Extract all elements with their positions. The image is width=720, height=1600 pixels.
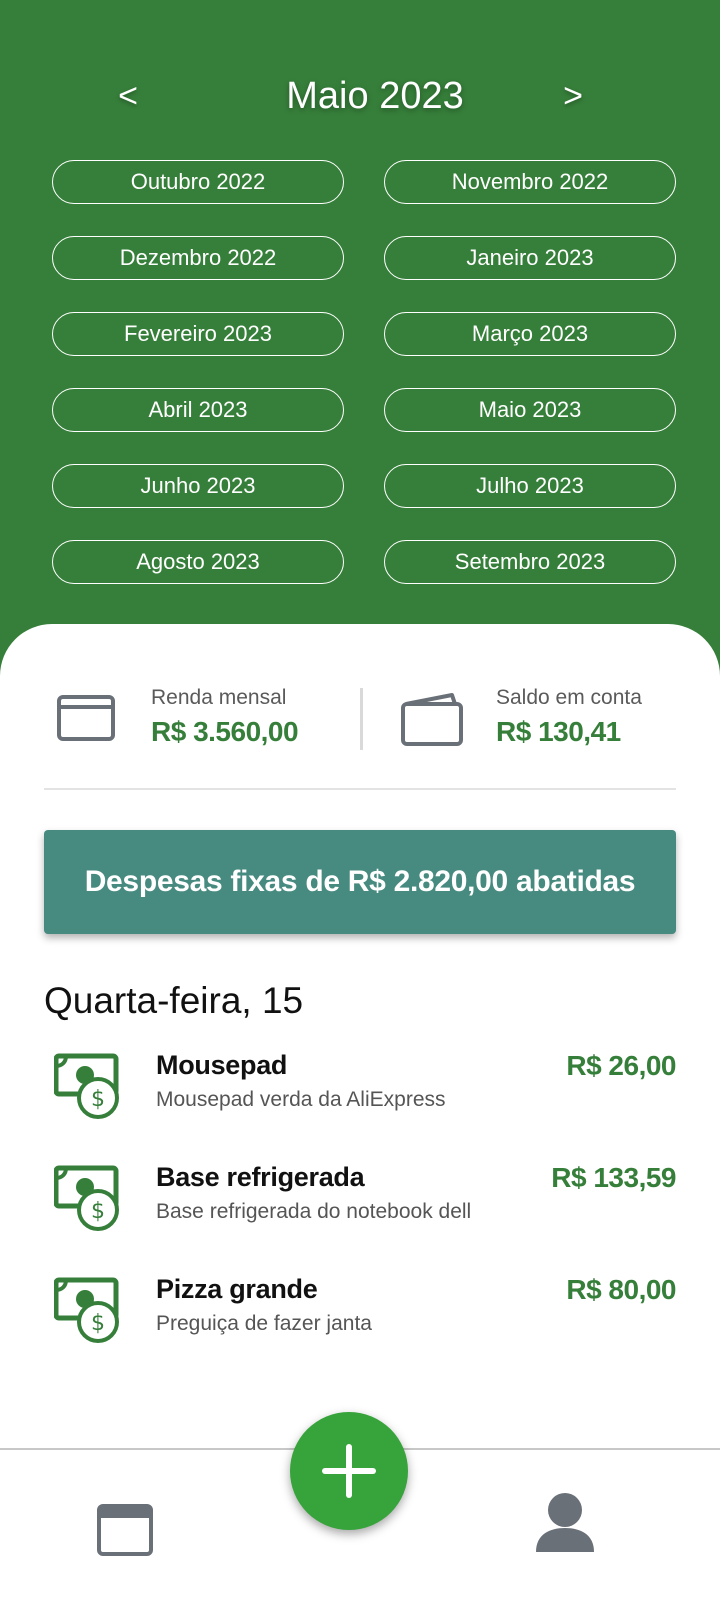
current-month-title: Maio 2023 [286, 75, 464, 117]
month-option[interactable]: Junho 2023 [52, 464, 344, 508]
transaction-description: Preguiça de fazer janta [156, 1312, 372, 1335]
money-icon: $ [54, 1053, 119, 1119]
next-month-button[interactable]: > [543, 74, 603, 118]
transaction-list: $ Mousepad Mousepad verda da AliExpress … [44, 1044, 676, 1380]
transaction-item[interactable]: $ Base refrigerada Base refrigerada do n… [44, 1156, 676, 1268]
svg-text:$: $ [91, 1199, 105, 1224]
month-option[interactable]: Fevereiro 2023 [52, 312, 344, 356]
money-icon: $ [54, 1165, 119, 1231]
card-icon [57, 695, 115, 741]
day-heading: Quarta-feira, 15 [44, 980, 304, 1021]
month-option[interactable]: Março 2023 [384, 312, 676, 356]
month-option[interactable]: Abril 2023 [52, 388, 344, 432]
month-option[interactable]: Dezembro 2022 [52, 236, 344, 280]
month-option[interactable]: Novembro 2022 [384, 160, 676, 204]
transaction-item[interactable]: $ Mousepad Mousepad verda da AliExpress … [44, 1044, 676, 1156]
transaction-amount: R$ 133,59 [551, 1162, 676, 1193]
transaction-amount: R$ 26,00 [566, 1050, 676, 1081]
month-option[interactable]: Outubro 2022 [52, 160, 344, 204]
wallet-icon [401, 693, 463, 746]
balance-label: Saldo em conta [496, 686, 642, 709]
month-grid: Outubro 2022 Novembro 2022 Dezembro 2022… [52, 160, 676, 584]
section-divider [44, 788, 676, 790]
transaction-item[interactable]: $ Pizza grande Preguiça de fazer janta R… [44, 1268, 676, 1380]
transaction-amount: R$ 80,00 [566, 1274, 676, 1305]
month-selector-header: < Maio 2023 > Outubro 2022 Novembro 2022… [0, 0, 720, 680]
summary-divider [360, 688, 363, 750]
month-option[interactable]: Agosto 2023 [52, 540, 344, 584]
balance-value: R$ 130,41 [496, 716, 621, 747]
transaction-title: Mousepad [156, 1050, 288, 1080]
svg-text:$: $ [91, 1311, 105, 1336]
add-transaction-button[interactable] [290, 1412, 408, 1530]
svg-text:$: $ [91, 1087, 105, 1112]
money-icon: $ [54, 1277, 119, 1343]
month-option[interactable]: Setembro 2023 [384, 540, 676, 584]
fixed-expenses-banner[interactable]: Despesas fixas de R$ 2.820,00 abatidas [44, 830, 676, 934]
transaction-description: Mousepad verda da AliExpress [156, 1088, 446, 1111]
transaction-title: Pizza grande [156, 1274, 318, 1304]
month-option[interactable]: Maio 2023 [384, 388, 676, 432]
transaction-title: Base refrigerada [156, 1162, 365, 1192]
income-value: R$ 3.560,00 [151, 716, 299, 747]
previous-month-button[interactable]: < [98, 74, 158, 118]
account-summary: Renda mensal R$ 3.560,00 Saldo em conta … [44, 680, 676, 770]
month-option[interactable]: Janeiro 2023 [384, 236, 676, 280]
income-label: Renda mensal [151, 686, 287, 709]
plus-icon [322, 1444, 376, 1498]
user-icon[interactable] [534, 1490, 596, 1554]
calendar-icon[interactable] [96, 1500, 154, 1558]
month-option[interactable]: Julho 2023 [384, 464, 676, 508]
transaction-description: Base refrigerada do notebook dell [156, 1200, 472, 1223]
